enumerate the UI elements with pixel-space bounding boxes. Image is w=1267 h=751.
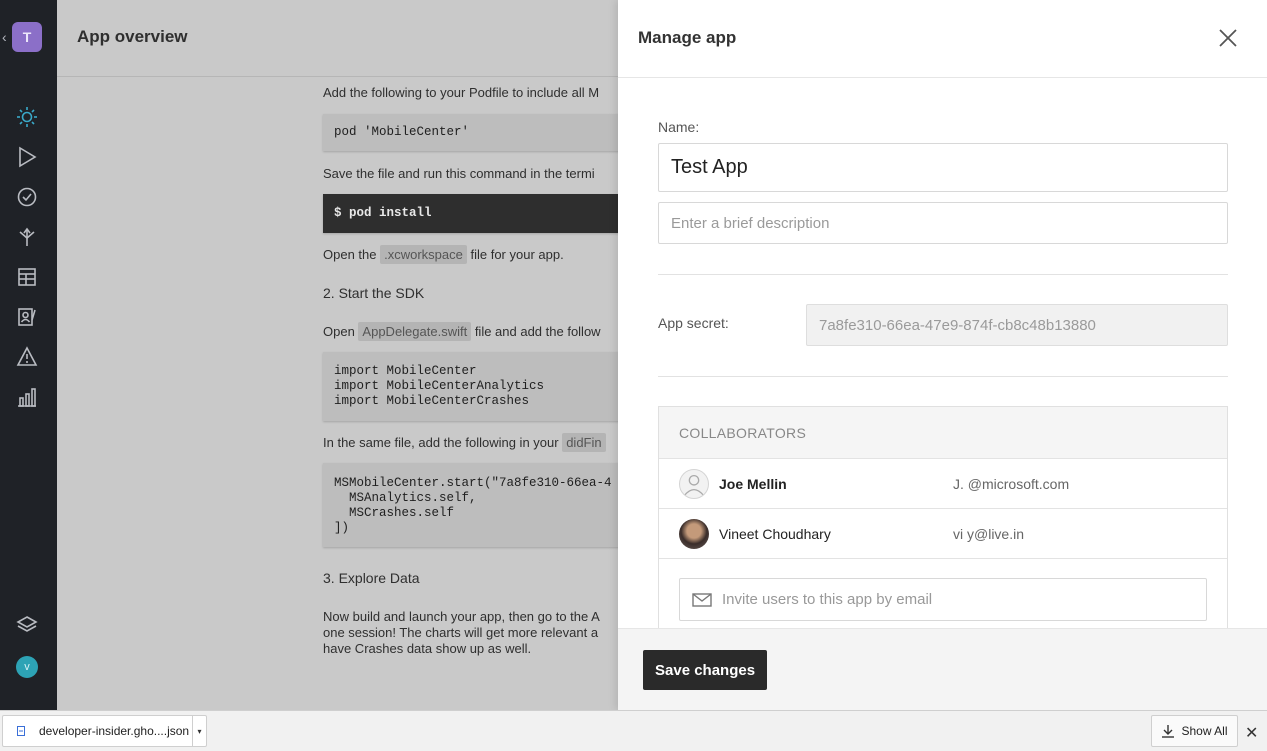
divider	[658, 376, 1228, 377]
collaborator-row[interactable]: Vineet Choudhary vi y@live.in	[659, 509, 1227, 559]
collaborator-email: J. @microsoft.com	[953, 475, 1070, 492]
invite-email-input[interactable]	[722, 591, 1192, 608]
show-all-label: Show All	[1181, 724, 1228, 738]
download-item[interactable]: developer-insider.gho....json ▾	[2, 715, 207, 747]
chevron-down-icon[interactable]: ▾	[192, 716, 206, 746]
warning-icon[interactable]	[16, 346, 38, 368]
name-label: Name:	[658, 119, 700, 135]
divider	[658, 274, 1228, 275]
code-block-pod: pod 'MobileCenter'	[323, 114, 618, 151]
layers-icon[interactable]	[16, 614, 38, 636]
section-heading-start-sdk: 2. Start the SDK	[323, 285, 425, 301]
close-icon[interactable]	[1217, 27, 1239, 49]
distribute-icon[interactable]	[16, 226, 38, 248]
main-content-dimmed: App overview Add the following to your P…	[57, 0, 618, 710]
collaborator-name: Vineet Choudhary	[719, 525, 831, 542]
user-avatar[interactable]: v	[16, 656, 38, 678]
mail-icon	[692, 592, 712, 607]
app-name-input[interactable]	[658, 143, 1228, 192]
description-input[interactable]	[658, 202, 1228, 244]
explore-text-line3: have Crashes data show up as well.	[323, 641, 532, 656]
explore-text-line2: one session! The charts will get more re…	[323, 625, 599, 640]
inline-code-chip: didFin	[562, 433, 606, 452]
file-icon	[17, 726, 25, 736]
show-all-button[interactable]: Show All	[1151, 715, 1238, 747]
analytics-users-icon[interactable]	[16, 306, 38, 328]
overview-icon[interactable]	[16, 106, 38, 128]
explore-text-line1: Now build and launch your app, then go t…	[323, 609, 600, 624]
podfile-instruction: Add the following to your Podfile to inc…	[323, 85, 600, 100]
download-bar: developer-insider.gho....json ▾ Show All…	[0, 710, 1267, 751]
app-secret-label: App secret:	[658, 315, 729, 331]
default-avatar-icon	[679, 468, 709, 499]
crashes-list-icon[interactable]	[16, 266, 38, 288]
collaborators-header: COLLABORATORS	[659, 407, 1227, 459]
save-changes-button[interactable]: Save changes	[643, 650, 768, 690]
close-icon[interactable]: ✕	[1245, 723, 1258, 743]
bar-chart-icon[interactable]	[16, 386, 38, 408]
inline-code-chip: AppDelegate.swift	[358, 322, 472, 341]
collaborator-row[interactable]: Joe Mellin J. @microsoft.com	[659, 459, 1227, 509]
header-divider	[618, 77, 1267, 78]
panel-footer: Save changes	[618, 628, 1267, 710]
code-block-start: MSMobileCenter.start("7a8fe310-66ea-4 MS…	[323, 463, 618, 547]
panel-title: Manage app	[638, 28, 737, 47]
app-secret-field[interactable]: 7a8fe310-66ea-47e9-874f-cb8c48b13880	[806, 304, 1228, 346]
collaborator-name: Joe Mellin	[719, 475, 787, 492]
left-nav-rail: ‹ T v	[0, 0, 57, 710]
collaborator-email: vi y@live.in	[953, 525, 1025, 542]
open-workspace-text: Open the .xcworkspace file for your app.	[323, 245, 564, 264]
download-icon	[1162, 725, 1175, 738]
invite-field[interactable]	[679, 578, 1207, 621]
page-title: App overview	[77, 27, 188, 46]
page-header: App overview	[57, 0, 618, 77]
manage-app-panel: Manage app Name: App secret: 7a8fe310-66…	[618, 0, 1267, 710]
section-heading-explore: 3. Explore Data	[323, 570, 420, 586]
same-file-text: In the same file, add the following in y…	[323, 433, 606, 452]
save-instruction: Save the file and run this command in th…	[323, 166, 595, 181]
open-appdelegate-text: Open AppDelegate.swift file and add the …	[323, 322, 601, 341]
code-block-imports: import MobileCenter import MobileCenterA…	[323, 352, 618, 421]
avatar	[679, 518, 709, 549]
build-icon[interactable]	[16, 146, 38, 168]
inline-code-chip: .xcworkspace	[380, 245, 467, 264]
collapse-arrow-icon[interactable]: ‹	[2, 29, 7, 45]
code-block-install: $ pod install	[323, 194, 618, 233]
test-icon[interactable]	[16, 186, 38, 208]
app-avatar[interactable]: T	[12, 22, 42, 52]
collaborators-section: COLLABORATORS Joe Mellin J. @microsoft.c…	[658, 406, 1228, 636]
download-file-name: developer-insider.gho....json	[39, 724, 190, 738]
